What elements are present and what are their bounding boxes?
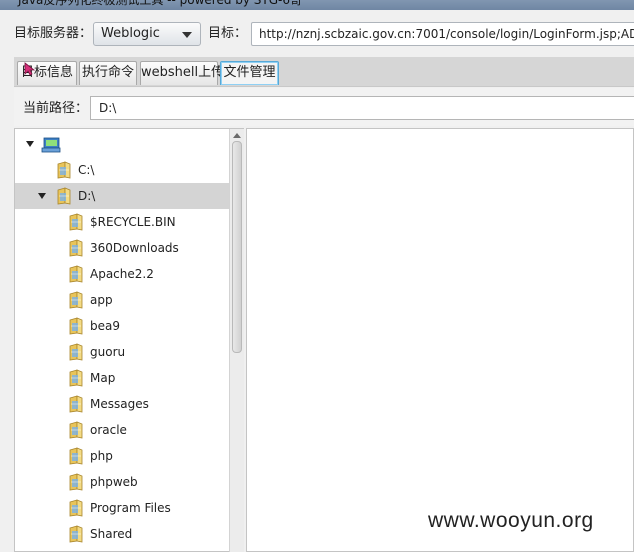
tree-folder[interactable]: app <box>15 287 229 313</box>
tree-folder[interactable]: 360Downloads <box>15 235 229 261</box>
file-list-panel[interactable] <box>246 128 634 552</box>
tree-folder[interactable]: Map <box>15 365 229 391</box>
server-label: 目标服务器： <box>14 26 93 41</box>
folder-icon <box>68 239 84 257</box>
tree-folder[interactable]: php <box>15 443 229 469</box>
folder-icon <box>68 395 84 413</box>
scrollbar-thumb[interactable] <box>232 141 242 353</box>
folder-icon <box>68 369 84 387</box>
folder-icon <box>68 447 84 465</box>
tree-item-label: app <box>90 293 113 307</box>
tree-item-label: bea9 <box>90 319 120 333</box>
tree-folder[interactable]: phpweb <box>15 469 229 495</box>
tab-file-manager[interactable]: 文件管理 <box>220 61 279 85</box>
scroll-up-icon[interactable] <box>233 133 241 138</box>
window-title: Java反序列化终极测试工具 -- powered by STG-6哥 <box>0 0 634 10</box>
folder-icon <box>68 343 84 361</box>
folder-icon <box>68 291 84 309</box>
computer-icon <box>41 137 61 153</box>
tree-item-label: Shared <box>90 527 133 541</box>
tree-item-label: D:\ <box>78 189 96 203</box>
tab-execute-command[interactable]: 执行命令 <box>79 61 137 85</box>
tree-folder[interactable]: $RECYCLE.BIN <box>15 209 229 235</box>
tab-bar: 目标信息 执行命令 webshell上传 文件管理 <box>14 57 634 87</box>
tree-folder[interactable]: Shared <box>15 521 229 547</box>
folder-icon <box>68 421 84 439</box>
folder-icon <box>56 161 72 179</box>
tree-root[interactable] <box>15 131 229 157</box>
folder-icon <box>68 499 84 517</box>
target-label: 目标： <box>208 26 248 41</box>
tree-drive-c[interactable]: C:\ <box>15 157 229 183</box>
folder-icon <box>68 525 84 543</box>
folder-icon <box>68 213 84 231</box>
expand-arrow-icon[interactable] <box>38 193 46 199</box>
file-tree: C:\ D:\ $RECYCLE.BIN 360Downloads Apache… <box>14 128 244 552</box>
tree-folder[interactable]: Apache2.2 <box>15 261 229 287</box>
tree-item-label: Map <box>90 371 116 385</box>
chevron-down-icon <box>182 32 192 38</box>
tree-item-label: Program Files <box>90 501 171 515</box>
mouse-cursor-icon <box>24 62 36 76</box>
tree-folder[interactable]: bea9 <box>15 313 229 339</box>
tree-item-label: 360Downloads <box>90 241 179 255</box>
path-label: 当前路径： <box>23 101 89 116</box>
tree-folder[interactable]: Messages <box>15 391 229 417</box>
server-select[interactable]: Weblogic <box>93 22 201 46</box>
tree-scrollbar[interactable] <box>229 129 244 552</box>
tree-item-label: phpweb <box>90 475 138 489</box>
folder-icon <box>56 187 72 205</box>
tree-item-label: C:\ <box>78 163 95 177</box>
tree-item-label: Apache2.2 <box>90 267 154 281</box>
tree-item-label: php <box>90 449 113 463</box>
tab-webshell-upload[interactable]: webshell上传 <box>140 61 224 85</box>
current-path-input[interactable]: D:\ <box>90 96 634 120</box>
tree-item-label: oracle <box>90 423 127 437</box>
folder-icon <box>68 265 84 283</box>
folder-icon <box>68 473 84 491</box>
tree-folder-partial[interactable] <box>15 547 229 551</box>
tree-drive-d[interactable]: D:\ <box>15 183 229 209</box>
expand-arrow-icon[interactable] <box>26 141 34 147</box>
tree-folder[interactable]: Program Files <box>15 495 229 521</box>
folder-icon <box>68 317 84 335</box>
target-url-input[interactable]: http://nznj.scbzaic.gov.cn:7001/console/… <box>251 22 634 46</box>
tree-item-label: Messages <box>90 397 149 411</box>
tree-folder[interactable]: guoru <box>15 339 229 365</box>
tree-folder[interactable]: oracle <box>15 417 229 443</box>
watermark: www.wooyun.org <box>428 509 594 532</box>
tree-item-label: guoru <box>90 345 126 359</box>
server-select-value: Weblogic <box>101 26 160 41</box>
tree-item-label: $RECYCLE.BIN <box>90 215 176 229</box>
